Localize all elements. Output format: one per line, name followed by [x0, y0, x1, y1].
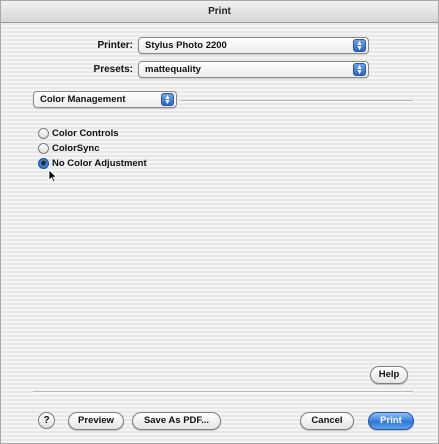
printer-value: Stylus Photo 2200: [145, 40, 227, 51]
section-divider: [181, 100, 413, 102]
presets-popup[interactable]: mattequality ▲ ▼: [138, 61, 369, 78]
window-title: Print: [1, 1, 438, 23]
question-mark-icon[interactable]: ?: [38, 412, 55, 429]
up-down-arrows-icon: ▲ ▼: [161, 93, 174, 106]
arrow-pointer-icon: [48, 169, 58, 183]
radio-label: ColorSync: [52, 143, 100, 154]
bottom-divider: [33, 391, 413, 393]
radio-button[interactable]: [38, 128, 49, 139]
radio-button-selected[interactable]: [38, 158, 49, 169]
radio-label: No Color Adjustment: [52, 158, 147, 169]
presets-label: Presets:: [93, 64, 133, 75]
up-down-arrows-icon: ▲ ▼: [353, 39, 366, 52]
radio-color-controls[interactable]: Color Controls: [38, 127, 119, 140]
radio-button[interactable]: [38, 143, 49, 154]
section-popup[interactable]: Color Management ▲ ▼: [33, 91, 177, 108]
radio-colorsync[interactable]: ColorSync: [38, 142, 100, 155]
save-as-pdf-button[interactable]: Save As PDF...: [132, 412, 221, 430]
section-value: Color Management: [40, 94, 126, 105]
radio-label: Color Controls: [52, 128, 119, 139]
presets-value: mattequality: [145, 64, 201, 75]
preview-button[interactable]: Preview: [68, 412, 124, 430]
cancel-button[interactable]: Cancel: [300, 412, 354, 430]
up-down-arrows-icon: ▲ ▼: [353, 63, 366, 76]
print-button[interactable]: Print: [368, 412, 414, 430]
printer-popup[interactable]: Stylus Photo 2200 ▲ ▼: [138, 37, 369, 54]
print-dialog: Print Printer: Stylus Photo 2200 ▲ ▼ Pres…: [0, 0, 439, 444]
help-button[interactable]: Help: [370, 366, 408, 384]
printer-label: Printer:: [97, 40, 133, 51]
